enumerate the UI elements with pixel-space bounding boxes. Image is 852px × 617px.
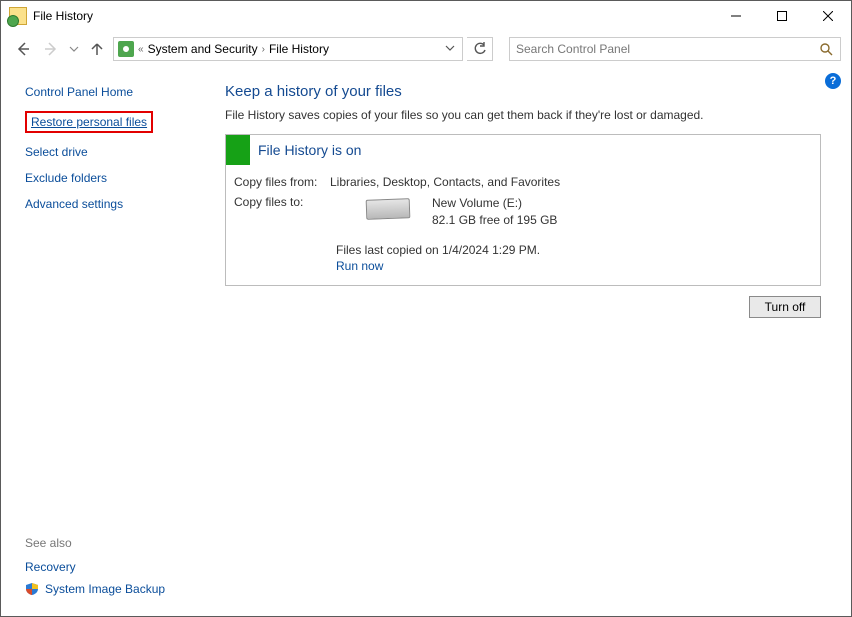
file-history-icon — [9, 7, 27, 25]
see-also-section: See also Recovery System Image Backup — [25, 536, 205, 606]
highlight-box: Restore personal files — [25, 111, 153, 133]
up-button[interactable] — [85, 37, 109, 61]
status-body: Copy files from: Libraries, Desktop, Con… — [226, 165, 820, 285]
control-panel-icon — [118, 41, 134, 57]
destination-name: New Volume (E:) — [432, 195, 557, 212]
back-button[interactable] — [11, 37, 35, 61]
see-also-system-image-backup[interactable]: System Image Backup — [45, 582, 165, 596]
breadcrumb-prefix: « — [138, 44, 144, 55]
run-now-link[interactable]: Run now — [336, 259, 383, 273]
last-copied-text: Files last copied on 1/4/2024 1:29 PM. — [336, 243, 812, 257]
page-subtitle: File History saves copies of your files … — [225, 108, 821, 122]
address-dropdown-button[interactable] — [442, 42, 458, 56]
button-row: Turn off — [225, 296, 821, 318]
breadcrumb-system-security[interactable]: System and Security — [148, 42, 258, 56]
sidebar-home[interactable]: Control Panel Home — [25, 85, 205, 99]
titlebar: File History — [1, 1, 851, 31]
copy-from-value: Libraries, Desktop, Contacts, and Favori… — [330, 175, 560, 189]
recent-locations-button[interactable] — [67, 44, 81, 54]
content-area: ? Control Panel Home Restore personal fi… — [1, 67, 851, 616]
search-box — [509, 37, 841, 61]
window-controls — [713, 1, 851, 31]
main-panel: Keep a history of your files File Histor… — [215, 67, 851, 616]
chevron-right-icon: › — [262, 44, 265, 55]
maximize-button[interactable] — [759, 1, 805, 31]
status-stripe-icon — [226, 135, 250, 165]
see-also-recovery[interactable]: Recovery — [25, 560, 76, 574]
address-bar[interactable]: « System and Security › File History — [113, 37, 463, 61]
sidebar-restore-personal-files[interactable]: Restore personal files — [31, 115, 147, 129]
sidebar-advanced-settings[interactable]: Advanced settings — [25, 197, 205, 211]
refresh-button[interactable] — [467, 37, 493, 61]
forward-button[interactable] — [39, 37, 63, 61]
copy-to-label: Copy files to: — [234, 195, 330, 209]
see-also-header: See also — [25, 536, 205, 550]
breadcrumb-file-history[interactable]: File History — [269, 42, 329, 56]
search-button[interactable] — [812, 42, 840, 56]
status-title: File History is on — [250, 142, 361, 158]
shield-icon — [25, 582, 39, 596]
disk-icon — [366, 198, 411, 220]
help-icon[interactable]: ? — [825, 73, 841, 89]
breadcrumb: « System and Security › File History — [138, 42, 438, 56]
sidebar: Control Panel Home Restore personal file… — [1, 67, 215, 616]
search-input[interactable] — [510, 42, 812, 56]
status-header: File History is on — [226, 135, 820, 165]
turn-off-button[interactable]: Turn off — [749, 296, 821, 318]
page-heading: Keep a history of your files — [225, 83, 821, 100]
window-root: File History « — [0, 0, 852, 617]
navigation-bar: « System and Security › File History — [1, 31, 851, 67]
copy-from-label: Copy files from: — [234, 175, 330, 189]
minimize-button[interactable] — [713, 1, 759, 31]
destination-space: 82.1 GB free of 195 GB — [432, 212, 557, 229]
close-button[interactable] — [805, 1, 851, 31]
sidebar-select-drive[interactable]: Select drive — [25, 145, 205, 159]
sidebar-exclude-folders[interactable]: Exclude folders — [25, 171, 205, 185]
window-title: File History — [33, 9, 93, 23]
status-box: File History is on Copy files from: Libr… — [225, 134, 821, 286]
